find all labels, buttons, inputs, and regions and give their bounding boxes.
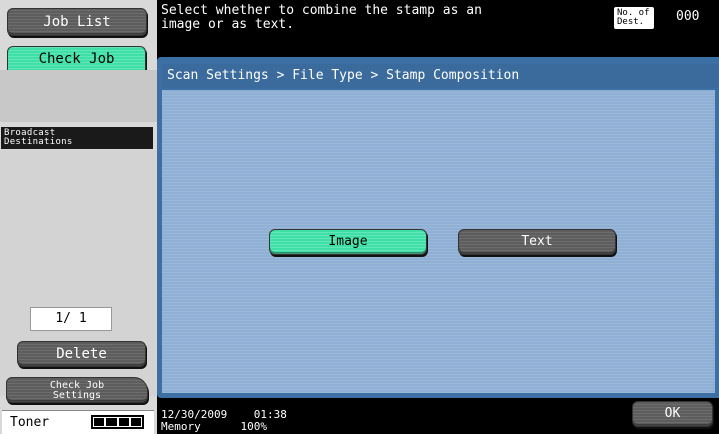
image-option-button[interactable]: Image: [269, 229, 427, 255]
toner-status: Toner: [2, 410, 154, 434]
toner-segment: [118, 418, 129, 426]
dest-count-value: 000: [676, 9, 700, 24]
memory-label: Memory: [161, 420, 201, 433]
toner-segment: [106, 418, 117, 426]
toner-segment: [130, 418, 141, 426]
check-job-settings-button[interactable]: Check Job Settings: [6, 377, 148, 403]
memory-value: 100%: [240, 420, 268, 433]
dest-count-label: No. of Dest.: [614, 7, 654, 29]
job-list-button[interactable]: Job List: [7, 8, 147, 36]
toner-label: Toner: [10, 415, 50, 430]
check-job-button[interactable]: Check Job: [7, 46, 146, 72]
broadcast-destinations-label: Broadcast Destinations: [1, 127, 153, 149]
ok-button[interactable]: OK: [632, 401, 713, 427]
text-option-button[interactable]: Text: [458, 229, 616, 255]
instruction-message: Select whether to combine the stamp as a…: [161, 3, 482, 32]
delete-button[interactable]: Delete: [17, 341, 146, 367]
page-counter: 1/ 1: [30, 307, 112, 331]
toner-segment: [94, 418, 105, 426]
breadcrumb: Scan Settings > File Type > Stamp Compos…: [162, 64, 719, 88]
options-area: [162, 90, 715, 393]
left-panel-divider: [0, 70, 157, 122]
toner-gauge: [91, 415, 144, 429]
status-datetime-memory: 12/30/2009 01:38 Memory 100%: [161, 409, 287, 433]
